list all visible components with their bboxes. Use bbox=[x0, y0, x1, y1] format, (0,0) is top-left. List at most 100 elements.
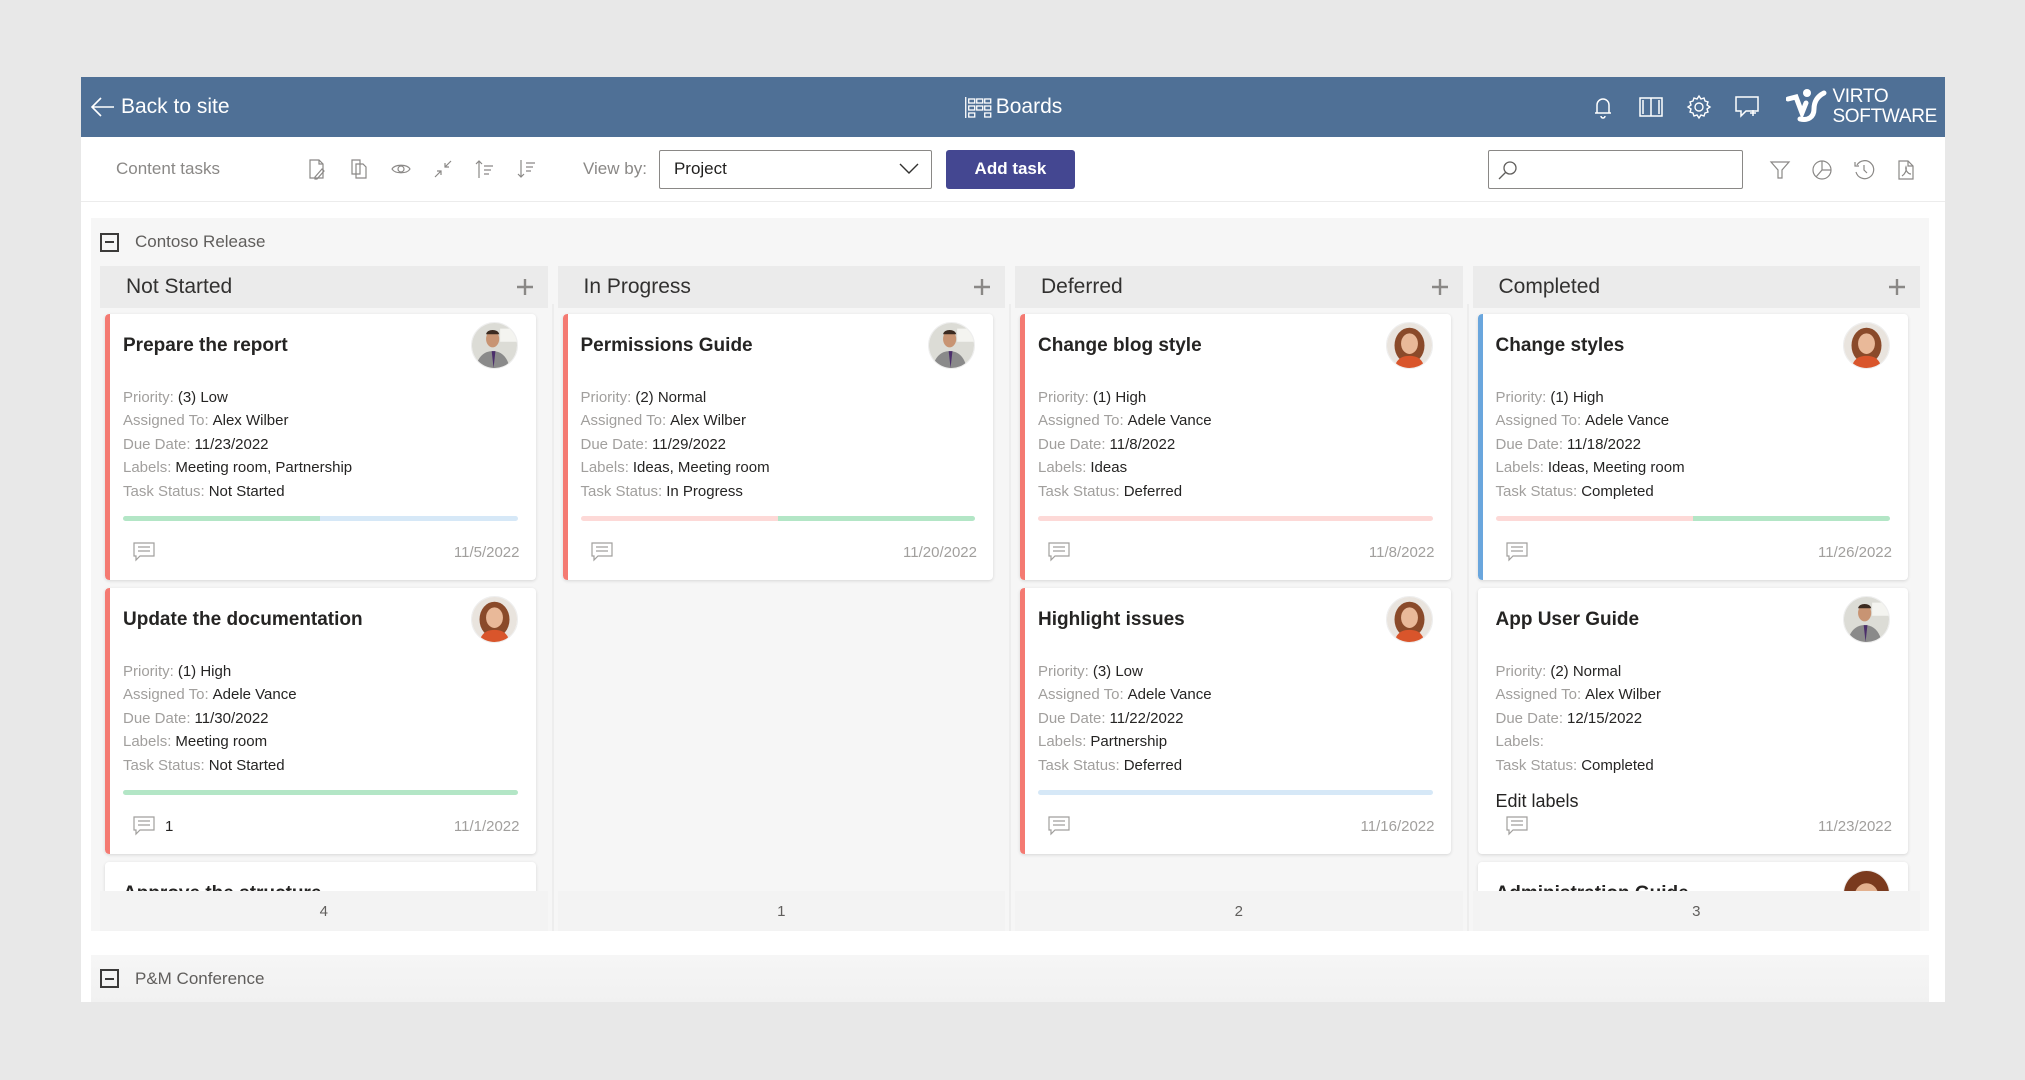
field-assigned-to: Assigned To: Adele Vance bbox=[1038, 683, 1435, 706]
collapse-icon[interactable] bbox=[432, 158, 454, 180]
comment-icon bbox=[133, 816, 155, 836]
card-title: App User Guide bbox=[1495, 609, 1640, 630]
comments-button[interactable] bbox=[1048, 816, 1080, 836]
card-title: Change styles bbox=[1495, 335, 1625, 356]
card-date: 11/23/2022 bbox=[1818, 817, 1892, 835]
field-label: Due Date: bbox=[1038, 435, 1106, 453]
board-column: Completed Change styles Priority: (1) Hig… bbox=[1472, 266, 1920, 931]
comments-button[interactable]: 1 bbox=[133, 816, 173, 836]
search-box[interactable] bbox=[1488, 150, 1743, 189]
list-name: Content tasks bbox=[116, 159, 220, 178]
field-assigned-to: Assigned To: Adele Vance bbox=[123, 683, 520, 706]
field-label: Assigned To: bbox=[1495, 412, 1582, 430]
sort-descending-icon[interactable] bbox=[516, 158, 538, 180]
view-by-label: View by: bbox=[583, 159, 647, 178]
sort-ascending-icon[interactable] bbox=[474, 158, 496, 180]
card-title: Update the documentation bbox=[123, 609, 363, 630]
field-priority: Priority: (1) High bbox=[1038, 386, 1435, 409]
avatar bbox=[470, 596, 518, 643]
edit-icon[interactable] bbox=[306, 158, 328, 180]
feedback-icon[interactable] bbox=[1734, 94, 1760, 120]
collapse-group-toggle[interactable] bbox=[100, 232, 119, 252]
task-card[interactable]: Prepare the report Priority: (3) Low Assig… bbox=[105, 314, 536, 580]
field-task-status: Task Status: Not Started bbox=[123, 480, 520, 503]
task-card[interactable]: Administration Guide bbox=[1477, 862, 1908, 891]
progress-segment bbox=[580, 516, 778, 522]
group-name: Contoso Release bbox=[135, 232, 266, 251]
field-value: (3) Low bbox=[177, 389, 228, 406]
copy-icon[interactable] bbox=[348, 158, 370, 180]
field-label: Priority: bbox=[580, 389, 632, 406]
add-card-icon[interactable] bbox=[1886, 276, 1908, 298]
field-label: Assigned To: bbox=[1038, 412, 1124, 430]
comments-button[interactable] bbox=[1048, 542, 1080, 562]
add-task-button[interactable]: Add task bbox=[945, 149, 1075, 189]
field-label: Labels: bbox=[1038, 459, 1087, 477]
back-to-site-link[interactable]: Back to site bbox=[81, 93, 230, 121]
card-title: Administration Guide bbox=[1496, 882, 1893, 891]
column-header: Not Started bbox=[100, 266, 548, 308]
card-date: 11/1/2022 bbox=[453, 817, 520, 835]
priority-accent-bar bbox=[105, 588, 110, 854]
field-assigned-to: Assigned To: Adele Vance bbox=[1496, 409, 1893, 432]
task-card[interactable]: App User Guide Priority: (2) Normal Assign… bbox=[1477, 588, 1908, 854]
field-due-date: Due Date: 11/23/2022 bbox=[123, 433, 520, 456]
avatar bbox=[470, 322, 518, 369]
comments-button[interactable] bbox=[590, 542, 623, 562]
comments-button[interactable] bbox=[1505, 542, 1538, 562]
logo-line-2: SOFTWARE bbox=[1832, 106, 1937, 127]
card-fields: Priority: (2) Normal Assigned To: Alex Wilb… bbox=[1496, 660, 1893, 777]
field-label: Task Status: bbox=[1495, 482, 1578, 500]
filter-icon[interactable] bbox=[1769, 159, 1791, 181]
task-card[interactable]: Update the documentation Priority: (1) Hi… bbox=[105, 588, 536, 854]
field-label: Task Status: bbox=[1038, 482, 1120, 500]
card-list: Permissions Guide Priority: (2) Normal Ass… bbox=[558, 308, 1006, 891]
field-task-status: Task Status: Completed bbox=[1496, 754, 1893, 777]
add-card-icon[interactable] bbox=[1429, 276, 1451, 298]
card-list: Prepare the report Priority: (3) Low Assig… bbox=[100, 308, 548, 891]
task-card[interactable]: Change blog style Priority: (1) High Assig… bbox=[1020, 314, 1451, 580]
field-label: Task Status: bbox=[123, 756, 205, 774]
history-icon[interactable] bbox=[1853, 159, 1875, 181]
field-labels: Labels: Ideas, Meeting room bbox=[1496, 456, 1893, 479]
field-due-date: Due Date: 11/18/2022 bbox=[1496, 433, 1893, 456]
bell-icon[interactable] bbox=[1590, 94, 1616, 120]
task-card[interactable]: Highlight issues Priority: (3) Low Assigne… bbox=[1020, 588, 1451, 854]
comment-icon bbox=[1048, 816, 1070, 836]
comments-button[interactable] bbox=[133, 542, 165, 562]
field-value: Completed bbox=[1581, 482, 1654, 500]
field-label: Due Date: bbox=[123, 435, 191, 453]
add-card-icon[interactable] bbox=[971, 276, 993, 298]
add-card-icon[interactable] bbox=[514, 276, 536, 298]
field-task-status: Task Status: In Progress bbox=[581, 480, 978, 503]
view-icon[interactable] bbox=[390, 158, 412, 180]
chart-icon[interactable] bbox=[1811, 159, 1833, 181]
card-title: Highlight issues bbox=[1038, 609, 1185, 630]
card-title: Prepare the report bbox=[123, 335, 288, 356]
search-icon bbox=[1498, 160, 1517, 179]
card-fields: Priority: (2) Normal Assigned To: Alex Wilb… bbox=[581, 386, 978, 503]
task-card[interactable]: Change styles Priority: (1) High Assigned … bbox=[1477, 314, 1908, 580]
field-label: Task Status: bbox=[1038, 756, 1120, 774]
field-assigned-to: Assigned To: Alex Wilber bbox=[581, 409, 978, 432]
field-value: 11/29/2022 bbox=[652, 435, 727, 453]
field-value: Adele Vance bbox=[1585, 412, 1670, 430]
field-labels: Labels: Ideas bbox=[1038, 456, 1435, 479]
task-card[interactable]: Permissions Guide Priority: (2) Normal Ass… bbox=[562, 314, 993, 580]
field-value: 11/22/2022 bbox=[1109, 709, 1184, 727]
card-fields: Priority: (1) High Assigned To: Adele Vance… bbox=[1038, 386, 1435, 503]
gear-icon[interactable] bbox=[1686, 94, 1712, 120]
field-label: Labels: bbox=[580, 459, 629, 477]
task-card[interactable]: Approve the structure bbox=[105, 862, 536, 891]
field-value: (1) High bbox=[1550, 389, 1604, 406]
book-icon[interactable] bbox=[1638, 94, 1664, 120]
edit-labels-link[interactable]: Edit labels bbox=[1496, 791, 1893, 812]
collapse-group-toggle[interactable] bbox=[100, 969, 119, 988]
priority-accent-bar bbox=[1020, 588, 1025, 854]
field-priority: Priority: (1) High bbox=[1496, 386, 1893, 409]
pdf-icon[interactable] bbox=[1895, 159, 1917, 181]
view-by-select[interactable]: Project bbox=[658, 149, 932, 189]
comments-button[interactable] bbox=[1505, 816, 1538, 836]
field-value: (3) Low bbox=[1092, 663, 1143, 680]
search-input[interactable] bbox=[1519, 151, 1742, 188]
